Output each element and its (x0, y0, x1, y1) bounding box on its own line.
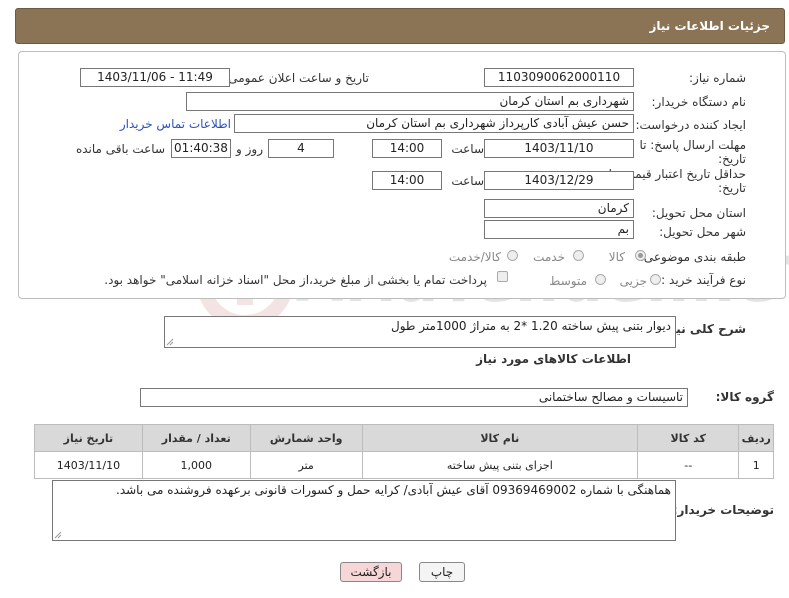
description-text: دیوار بتنی پیش ساخته 1.20 *2 به متراژ 10… (391, 319, 671, 333)
announce-datetime-field[interactable]: 1403/11/06 - 11:49 (80, 68, 230, 87)
process-medium-label: متوسط (549, 274, 587, 288)
back-button[interactable]: بازگشت (340, 562, 402, 582)
announce-label: تاریخ و ساعت اعلان عمومی: (224, 71, 369, 85)
remaining-label: ساعت باقی مانده (75, 142, 165, 156)
process-minor-radio[interactable] (650, 274, 661, 285)
category-goods-radio[interactable] (635, 250, 646, 261)
category-service-radio[interactable] (573, 250, 584, 261)
category-goods-label: کالا (608, 250, 625, 264)
table-row[interactable]: 1 -- اجزای بتنی پیش ساخته متر 1,000 1403… (34, 451, 774, 479)
col-code: کد کالا (636, 424, 740, 452)
province-label: استان محل تحویل: (651, 206, 746, 220)
buyer-org-label: نام دستگاه خریدار: (651, 95, 747, 109)
resize-grip-icon[interactable] (166, 338, 174, 346)
goods-group-label: گروه کالا: (715, 390, 774, 404)
validity-date-field[interactable]: 1403/12/29 (484, 171, 634, 190)
cell-row: 1 (738, 451, 774, 479)
deadline-date-field[interactable]: 1403/11/10 (484, 139, 634, 158)
category-goods-service-radio[interactable] (507, 250, 518, 261)
days-remaining-field[interactable]: 4 (268, 139, 334, 158)
province-field[interactable]: کرمان (484, 199, 634, 218)
col-name: نام کالا (361, 424, 638, 452)
buyer-org-field[interactable]: شهرداری بم استان کرمان (186, 92, 634, 111)
print-button[interactable]: چاپ (419, 562, 465, 582)
deadline-label: مهلت ارسال پاسخ: تا (639, 138, 746, 152)
buyer-contact-link[interactable]: اطلاعات تماس خریدار (120, 117, 231, 131)
buyer-notes-textarea[interactable]: هماهنگی با شماره 09369469002 آقای عیش آب… (52, 480, 676, 541)
city-label: شهر محل تحویل: (659, 225, 746, 239)
col-qty: تعداد / مقدار (141, 424, 251, 452)
goods-section-title: اطلاعات کالاهای مورد نیاز (476, 352, 631, 366)
process-medium-radio[interactable] (595, 274, 606, 285)
cell-code: -- (636, 451, 740, 479)
validity-label-date: تاریخ: (718, 181, 746, 195)
col-row: ردیف (738, 424, 774, 452)
category-service-label: خدمت (533, 250, 565, 264)
treasury-checkbox[interactable] (497, 271, 508, 282)
category-goods-service-label: کالا/خدمت (448, 250, 501, 264)
process-minor-label: جزیی (619, 274, 647, 288)
category-label: طبقه بندی موضوعی: (639, 250, 746, 264)
validity-time-field[interactable]: 14:00 (372, 171, 442, 190)
page-title: جزئیات اطلاعات نیاز (649, 19, 770, 33)
description-textarea[interactable]: دیوار بتنی پیش ساخته 1.20 *2 به متراژ 10… (164, 316, 676, 348)
need-number-field[interactable]: 1103090062000110 (484, 68, 634, 87)
process-label: نوع فرآیند خرید : (661, 273, 746, 287)
requester-label: ایجاد کننده درخواست: (635, 118, 746, 132)
buyer-notes-label: توضیحات خریدار: (672, 503, 774, 517)
cell-unit: متر (249, 451, 363, 479)
deadline-time-label: ساعت (451, 142, 484, 156)
treasury-note: پرداخت تمام یا بخشی از مبلغ خرید،از محل … (104, 273, 487, 287)
days-label: روز و (236, 142, 263, 156)
deadline-time-field[interactable]: 14:00 (372, 139, 442, 158)
col-unit: واحد شمارش (249, 424, 363, 452)
cell-qty: 1,000 (141, 451, 251, 479)
cell-date: 1403/11/10 (34, 451, 143, 479)
requester-field[interactable]: حسن عیش آبادی کارپرداز شهرداری بم استان … (234, 114, 634, 133)
remaining-time-field[interactable]: 01:40:38 (171, 139, 231, 158)
buyer-notes-text: هماهنگی با شماره 09369469002 آقای عیش آب… (116, 483, 671, 497)
cell-name: اجزای بتنی پیش ساخته (361, 451, 638, 479)
validity-time-label: ساعت (451, 174, 484, 188)
deadline-label-date: تاریخ: (718, 152, 746, 166)
goods-group-field[interactable]: تاسیسات و مصالح ساختمانی (140, 388, 688, 407)
goods-table: ردیف کد کالا نام کالا واحد شمارش تعداد /… (34, 424, 774, 479)
page-header: جزئیات اطلاعات نیاز (15, 8, 785, 44)
resize-grip-icon[interactable] (54, 531, 62, 539)
col-date: تاریخ نیاز (34, 424, 143, 452)
need-number-label: شماره نیاز: (689, 71, 746, 85)
goods-table-header: ردیف کد کالا نام کالا واحد شمارش تعداد /… (34, 424, 774, 452)
city-field[interactable]: بم (484, 220, 634, 239)
